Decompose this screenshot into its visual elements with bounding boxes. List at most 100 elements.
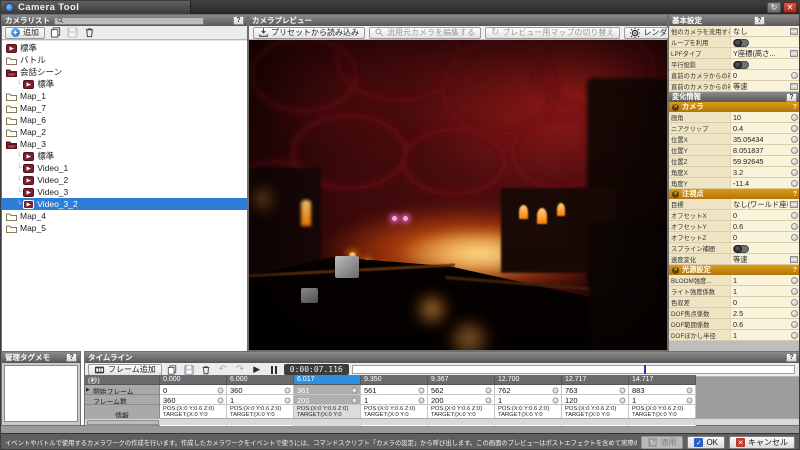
spinner-icon[interactable] [788, 319, 800, 329]
spinner-icon[interactable] [788, 330, 800, 340]
delete-frame-button[interactable] [199, 364, 213, 376]
start-frame-cell[interactable]: 762 [495, 385, 562, 395]
collapse-icon[interactable]: ✕ [672, 191, 679, 198]
frame-count-cell[interactable]: 1 [361, 395, 428, 405]
spinner-icon[interactable] [687, 397, 693, 403]
spinner-icon[interactable] [788, 156, 800, 166]
tree-item-camera-selected[interactable]: └Video_3_2 [2, 198, 247, 210]
tree-item-camera[interactable]: 標準 [2, 42, 247, 54]
keyframe-time[interactable]: 9.367 [428, 375, 495, 385]
tree-item-folder[interactable]: Map_6 [2, 114, 247, 126]
apply-button[interactable]: ↻ 適用 [641, 436, 683, 449]
ortho-toggle[interactable] [733, 61, 749, 69]
tree-item-folder[interactable]: Map_5 [2, 222, 247, 234]
add-camera-button[interactable]: + 追加 [5, 27, 45, 39]
spinner-icon[interactable] [285, 397, 291, 403]
offset-x-value[interactable]: 0 [731, 210, 788, 220]
tree-item-camera[interactable]: └Video_3 [2, 186, 247, 198]
spinner-icon[interactable] [419, 397, 425, 403]
start-frame-cell[interactable]: 562 [428, 385, 495, 395]
spinner-icon[interactable] [285, 387, 291, 393]
spinner-icon[interactable] [687, 387, 693, 393]
tree-item-folder-open[interactable]: 会話シーン [2, 66, 247, 78]
interp-time-value[interactable]: 0 [731, 70, 788, 80]
select-list-icon[interactable] [788, 48, 800, 58]
add-frame-button[interactable]: フレーム追加 [88, 364, 162, 376]
spinner-icon[interactable] [620, 387, 626, 393]
close-button[interactable]: ✕ [783, 2, 797, 13]
offset-z-value[interactable]: 0 [731, 232, 788, 242]
playhead[interactable] [644, 365, 646, 374]
spinner-icon[interactable] [788, 134, 800, 144]
lpf-type-value[interactable]: Y座標(高さ... [731, 48, 788, 58]
light-intensity-value[interactable]: 1 [731, 286, 788, 296]
load-preset-button[interactable]: プリセットから読み込み [253, 27, 365, 39]
spinner-icon[interactable] [788, 145, 800, 155]
switch-preview-map-button[interactable]: ↻ プレビュー用マップの切り替え [485, 27, 620, 39]
tree-item-folder-open[interactable]: Map_3 [2, 138, 247, 150]
spinner-icon[interactable] [352, 387, 358, 393]
spinner-icon[interactable] [788, 232, 800, 242]
spinner-icon[interactable] [788, 70, 800, 80]
pos-z-value[interactable]: 59.92645 [731, 156, 788, 166]
interp-method-value[interactable]: 等速 [731, 81, 788, 91]
spline-toggle[interactable] [733, 245, 749, 253]
pos-y-value[interactable]: 8.051837 [731, 145, 788, 155]
undo-button[interactable]: ↶ [216, 364, 230, 376]
redo-button[interactable]: ↷ [233, 364, 247, 376]
row-marker-icon[interactable]: ▶ [86, 387, 90, 393]
help-button[interactable]: ? [233, 16, 244, 25]
reuse-camera-value[interactable]: なし [731, 26, 788, 36]
select-list-icon[interactable] [788, 254, 800, 264]
collapse-icon[interactable]: ✕ [672, 104, 679, 111]
frame-count-cell[interactable]: 360 [160, 395, 227, 405]
spinner-icon[interactable] [788, 210, 800, 220]
tree-item-camera[interactable]: └標準 [2, 150, 247, 162]
help-button[interactable]: ? [786, 93, 797, 102]
tree-item-folder[interactable]: バトル [2, 54, 247, 66]
spinner-icon[interactable] [486, 397, 492, 403]
spinner-icon[interactable] [788, 297, 800, 307]
spinner-icon[interactable] [788, 167, 800, 177]
spinner-icon[interactable] [486, 387, 492, 393]
select-list-icon[interactable] [788, 199, 800, 209]
spinner-icon[interactable] [352, 397, 358, 403]
select-list-icon[interactable] [788, 26, 800, 36]
keyframe-time[interactable]: 6.017 [294, 375, 361, 385]
camera-search-input[interactable] [54, 17, 204, 25]
spinner-icon[interactable] [788, 308, 800, 318]
delete-button[interactable] [82, 27, 96, 39]
start-frame-cell[interactable]: 561 [361, 385, 428, 395]
cancel-button[interactable]: ✕ キャンセル [729, 436, 795, 449]
frame-count-cell[interactable]: 120 [562, 395, 629, 405]
duplicate-button[interactable] [48, 27, 62, 39]
spinner-icon[interactable] [218, 397, 224, 403]
start-frame-cell[interactable]: 763 [562, 385, 629, 395]
spinner-icon[interactable] [218, 387, 224, 393]
scrollbar-thumb[interactable] [87, 420, 159, 425]
keyframe-time[interactable]: 6.000 [227, 375, 294, 385]
start-frame-cell[interactable]: 360 [227, 385, 294, 395]
keyframe-time[interactable]: 12.700 [495, 375, 562, 385]
speed-change-value[interactable]: 等速 [731, 254, 788, 264]
near-clip-value[interactable]: 0.4 [731, 123, 788, 133]
start-frame-cell[interactable]: 0 [160, 385, 227, 395]
spinner-icon[interactable] [788, 123, 800, 133]
frame-count-cell[interactable]: 1 [629, 395, 696, 405]
tree-item-folder[interactable]: Map_4 [2, 210, 247, 222]
spinner-icon[interactable] [553, 397, 559, 403]
angle-y-value[interactable]: -11.4 [731, 178, 788, 188]
tree-item-folder[interactable]: Map_7 [2, 102, 247, 114]
spinner-icon[interactable] [788, 275, 800, 285]
frame-count-cell[interactable]: 200 [294, 395, 361, 405]
frame-count-cell[interactable]: 1 [495, 395, 562, 405]
loop-toggle[interactable] [733, 39, 749, 47]
start-frame-cell[interactable]: 883 [629, 385, 696, 395]
timeline-scrubber[interactable] [352, 365, 795, 374]
spinner-icon[interactable] [788, 221, 800, 231]
tree-item-camera[interactable]: └Video_1 [2, 162, 247, 174]
dof-focus-value[interactable]: 2.5 [731, 308, 788, 318]
dof-range-value[interactable]: 0.6 [731, 319, 788, 329]
pause-button[interactable] [267, 364, 281, 376]
offset-y-value[interactable]: 0.6 [731, 221, 788, 231]
